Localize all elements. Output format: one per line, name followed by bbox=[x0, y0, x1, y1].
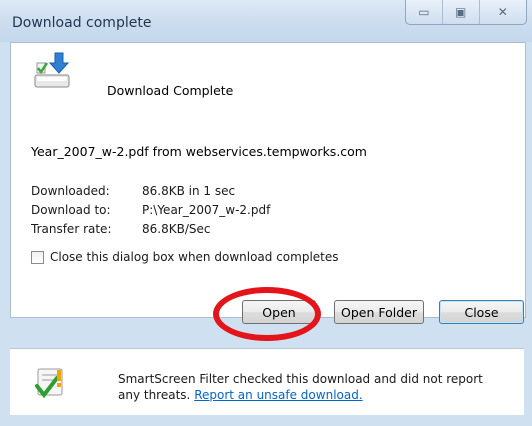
download-heading: Download Complete bbox=[107, 83, 234, 98]
caption-buttons: ▭ ▣ ✕ bbox=[405, 0, 527, 25]
close-button[interactable]: Close bbox=[439, 300, 524, 324]
smartscreen-message: SmartScreen Filter checked this download… bbox=[118, 371, 498, 403]
dialog-content: Download Complete Year_2007_w-2.pdf from… bbox=[10, 42, 526, 324]
close-window-button[interactable]: ✕ bbox=[480, 0, 526, 24]
close-when-done-option[interactable]: Close this dialog box when download comp… bbox=[31, 250, 339, 264]
minimize-icon: ▭ bbox=[418, 5, 430, 19]
info-row-download-to: Download to: P:\Year_2007_w-2.pdf bbox=[31, 201, 270, 220]
info-label: Download to: bbox=[31, 203, 111, 217]
smartscreen-icon bbox=[33, 366, 67, 400]
download-info: Downloaded: 86.8KB in 1 sec Download to:… bbox=[31, 182, 270, 239]
download-complete-dialog: Download complete ▭ ▣ ✕ Download Complet… bbox=[0, 0, 532, 426]
file-source-line: Year_2007_w-2.pdf from webservices.tempw… bbox=[31, 144, 367, 159]
title-bar[interactable]: Download complete ▭ ▣ ✕ bbox=[0, 0, 532, 42]
info-label: Transfer rate: bbox=[31, 222, 112, 236]
window-bottom-frame bbox=[0, 415, 532, 426]
info-value: 86.8KB/Sec bbox=[142, 222, 211, 236]
info-label: Downloaded: bbox=[31, 184, 110, 198]
info-value: 86.8KB in 1 sec bbox=[142, 184, 236, 198]
open-button[interactable]: Open bbox=[242, 300, 316, 324]
report-unsafe-download-link[interactable]: Report an unsafe download. bbox=[194, 388, 362, 402]
info-value: P:\Year_2007_w-2.pdf bbox=[142, 203, 271, 217]
maximize-button[interactable]: ▣ bbox=[443, 0, 480, 24]
maximize-icon: ▣ bbox=[454, 5, 467, 19]
info-row-downloaded: Downloaded: 86.8KB in 1 sec bbox=[31, 182, 270, 201]
close-when-done-checkbox[interactable] bbox=[31, 250, 44, 264]
close-icon: ✕ bbox=[497, 5, 508, 19]
info-row-transfer-rate: Transfer rate: 86.8KB/Sec bbox=[31, 220, 270, 239]
open-folder-button[interactable]: Open Folder bbox=[334, 300, 424, 324]
smartscreen-panel: SmartScreen Filter checked this download… bbox=[10, 349, 524, 415]
close-when-done-label: Close this dialog box when download comp… bbox=[50, 250, 339, 264]
minimize-button[interactable]: ▭ bbox=[406, 0, 443, 24]
window-title: Download complete bbox=[12, 15, 152, 31]
download-icon bbox=[33, 51, 73, 91]
